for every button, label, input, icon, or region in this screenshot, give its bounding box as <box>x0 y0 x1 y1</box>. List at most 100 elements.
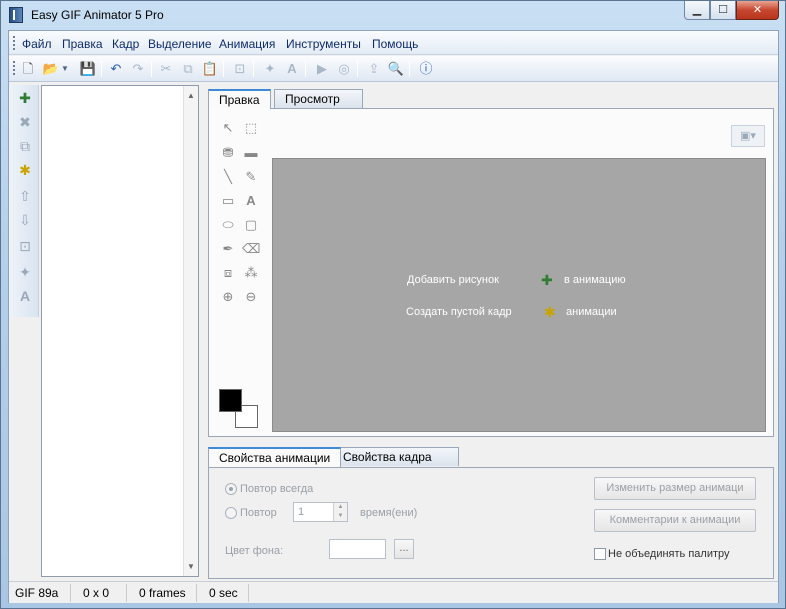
bg-color-field[interactable] <box>329 539 386 559</box>
scroll-up-arrow-icon[interactable]: ▲ <box>187 91 195 100</box>
effects-icon[interactable]: ✦ <box>16 263 34 281</box>
repeat-forever-label: Повтор всегда <box>240 483 314 495</box>
canvas-area[interactable]: Добавить рисунок ✚ в анимацию Создать пу… <box>272 158 766 432</box>
new-frame-icon[interactable]: ✱ <box>16 161 34 179</box>
cut-icon[interactable]: ✂ <box>157 60 175 78</box>
times-label: время(ени) <box>360 507 418 519</box>
menu-tools[interactable]: Инструменты <box>286 37 361 51</box>
animation-comments-button[interactable]: Комментарии к анимации <box>594 509 756 532</box>
minimize-button[interactable]: ▁ <box>684 1 710 20</box>
add-image-link[interactable]: Добавить рисунок <box>407 274 499 286</box>
repeat-count-stepper[interactable]: 1 ▲ ▼ <box>293 502 348 522</box>
image-options-dropdown[interactable]: ▣▾ <box>731 125 765 147</box>
resize-animation-button[interactable]: Изменить размер анимаци <box>594 477 756 500</box>
add-image-icon[interactable]: ✚ <box>16 89 34 107</box>
play-icon[interactable]: ▶ <box>313 60 331 78</box>
fill-icon[interactable]: ⛃ <box>219 144 237 162</box>
menu-file[interactable]: Файл <box>22 37 52 51</box>
add-image-target[interactable]: в анимацию <box>564 274 626 286</box>
toolbar-separator <box>357 61 358 77</box>
delete-frame-icon[interactable]: ✖ <box>16 113 34 131</box>
close-button[interactable]: ✕ <box>736 1 779 20</box>
save-icon[interactable]: 💾 <box>79 60 97 78</box>
rectangle-icon[interactable]: ▭ <box>219 192 237 210</box>
redo-icon[interactable]: ↷ <box>129 60 147 78</box>
ellipse-icon[interactable]: ⬭ <box>219 216 237 234</box>
toolbar-separator <box>223 61 224 77</box>
export-icon[interactable]: ⇪ <box>365 60 383 78</box>
copy-icon[interactable]: ⧉ <box>179 60 197 78</box>
rect-select-icon[interactable]: ⬚ <box>242 119 260 137</box>
crop-icon[interactable]: ⧈ <box>219 264 237 282</box>
toolbar-separator <box>305 61 306 77</box>
toolbar-separator <box>151 61 152 77</box>
move-down-icon[interactable]: ⇩ <box>16 211 34 229</box>
frame-tools: ✚ ✖ ⧉ ✱ ⇧ ⇩ ⊡ ✦ A <box>9 85 39 317</box>
open-icon[interactable]: 📂 <box>42 60 60 78</box>
color-selector[interactable] <box>219 389 263 433</box>
bg-color-picker-button[interactable]: ... <box>394 539 414 559</box>
menu-frame[interactable]: Кадр <box>112 37 139 51</box>
menu-selection[interactable]: Выделение <box>148 37 212 51</box>
pointer-icon[interactable]: ↖ <box>219 119 237 137</box>
menu-bar: Файл Правка Кадр Выделение Анимация Инст… <box>9 31 778 55</box>
spray-icon[interactable]: ⁂ <box>242 264 260 282</box>
wizard-icon[interactable]: ✦ <box>261 60 279 78</box>
line-icon[interactable]: ╲ <box>219 168 237 186</box>
caption-buttons: ▁ ☐ ✕ <box>684 1 779 21</box>
tab-animation-properties[interactable]: Свойства анимации <box>208 447 342 467</box>
rounded-rect-icon[interactable]: ▢ <box>242 216 260 234</box>
app-window: Easy GIF Animator 5 Pro ▁ ☐ ✕ Файл Правк… <box>0 0 786 609</box>
zoom-out-icon[interactable]: ⊖ <box>242 288 260 306</box>
paste-icon[interactable]: 📋 <box>201 60 219 78</box>
eraser-icon[interactable]: ⌫ <box>242 240 260 258</box>
toolbar-separator <box>253 61 254 77</box>
help-icon[interactable]: ⓘ <box>417 60 435 78</box>
stepper-arrows-icon[interactable]: ▲ ▼ <box>333 503 347 521</box>
tab-edit[interactable]: Правка <box>208 89 271 109</box>
text-icon[interactable]: A <box>283 60 301 78</box>
scroll-down-arrow-icon[interactable]: ▼ <box>187 562 195 571</box>
tab-preview[interactable]: Просмотр <box>274 89 363 108</box>
foreground-color-swatch[interactable] <box>219 389 242 412</box>
menu-animation[interactable]: Анимация <box>219 37 275 51</box>
new-icon[interactable]: 🗋 <box>19 60 37 78</box>
window-title: Easy GIF Animator 5 Pro <box>31 8 164 22</box>
resize-icon[interactable]: ⊡ <box>231 60 249 78</box>
text-tool-icon[interactable]: A <box>16 287 34 305</box>
bg-color-label: Цвет фона: <box>225 545 284 557</box>
status-size: 0 x 0 <box>71 584 127 602</box>
menu-help[interactable]: Помощь <box>372 37 418 51</box>
edit-panel: ↖ ⬚ ⛃ ▬ ╲ ✎ ▭ A ⬭ ▢ ✒ ⌫ ⧈ ⁂ ⊕ ⊖ ▣▾ Добав… <box>208 108 774 437</box>
maximize-button[interactable]: ☐ <box>710 1 736 20</box>
editor-tabs: Правка Просмотр <box>208 89 408 109</box>
repeat-forever-radio[interactable] <box>225 483 237 495</box>
zoom-in-icon[interactable]: ⊕ <box>219 288 237 306</box>
search-icon[interactable]: 🔍 <box>387 60 405 78</box>
no-merge-palette-checkbox[interactable] <box>594 548 606 560</box>
repeat-label: Повтор <box>240 507 277 519</box>
preview-icon[interactable]: ◎ <box>335 60 353 78</box>
frame-list[interactable]: ▲ ▼ <box>41 85 199 577</box>
gradient-icon[interactable]: ▬ <box>242 144 260 162</box>
new-frame-icon[interactable]: ✱ <box>544 304 560 320</box>
title-bar[interactable]: Easy GIF Animator 5 Pro ▁ ☐ ✕ <box>1 1 785 30</box>
tab-frame-properties[interactable]: Свойства кадра <box>332 447 459 466</box>
properties-tabs: Свойства анимации Свойства кадра <box>208 447 468 467</box>
repeat-radio[interactable] <box>225 507 237 519</box>
add-image-icon[interactable]: ✚ <box>541 272 557 288</box>
create-frame-link[interactable]: Создать пустой кадр <box>406 306 512 318</box>
frame-list-scrollbar[interactable]: ▲ ▼ <box>183 86 198 576</box>
brush-icon[interactable]: ✎ <box>242 168 260 186</box>
duplicate-frame-icon[interactable]: ⧉ <box>16 137 34 155</box>
app-icon[interactable] <box>9 7 23 23</box>
text-draw-icon[interactable]: A <box>242 192 260 210</box>
dropdown-arrow-icon[interactable]: ▼ <box>61 60 69 78</box>
resize-frame-icon[interactable]: ⊡ <box>16 237 34 255</box>
move-up-icon[interactable]: ⇧ <box>16 187 34 205</box>
eyedropper-icon[interactable]: ✒ <box>219 240 237 258</box>
toolbar-grip-icon <box>13 61 16 75</box>
menu-edit[interactable]: Правка <box>62 37 103 51</box>
undo-icon[interactable]: ↶ <box>107 60 125 78</box>
create-frame-target[interactable]: анимации <box>566 306 617 318</box>
